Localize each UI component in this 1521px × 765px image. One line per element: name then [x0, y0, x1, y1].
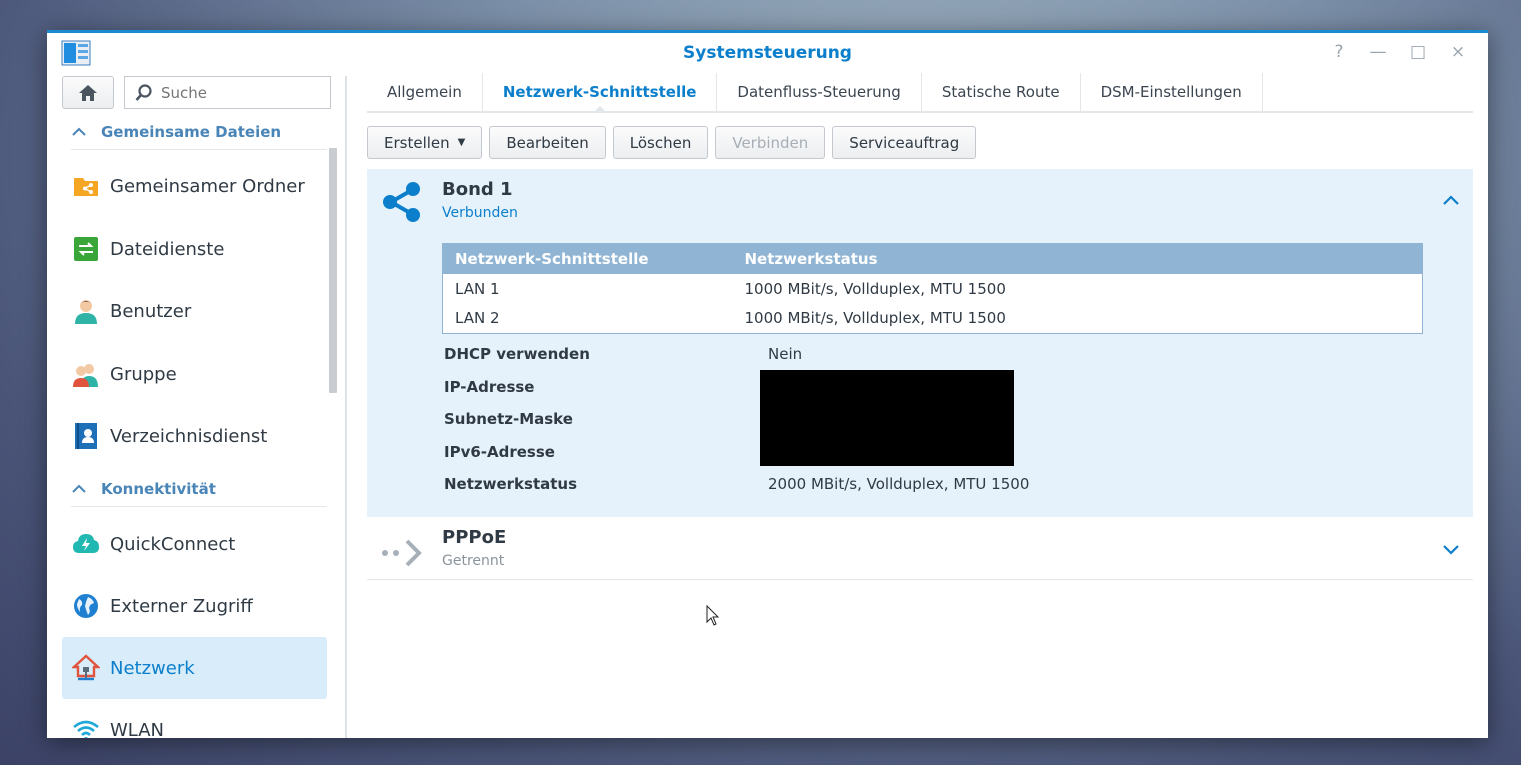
member-interfaces-table: Netzwerk-Schnittstelle Netzwerkstatus LA…	[442, 243, 1423, 334]
service-request-button[interactable]: Serviceauftrag	[832, 126, 977, 159]
sidebar-item-directory-service[interactable]: Verzeichnisdienst	[62, 405, 327, 467]
chevron-up-icon[interactable]	[1441, 191, 1461, 211]
group-icon	[72, 360, 100, 388]
sidebar-item-user[interactable]: Benutzer	[62, 280, 327, 342]
table-cell: 1000 MBit/s, Vollduplex, MTU 1500	[744, 309, 1006, 328]
property-value: Nein	[768, 345, 803, 363]
sidebar-item-group[interactable]: Gruppe	[62, 343, 327, 405]
chevron-up-icon	[72, 484, 86, 493]
directory-service-icon	[72, 422, 100, 450]
sidebar-item-network[interactable]: Netzwerk	[62, 637, 327, 699]
home-icon	[79, 84, 97, 101]
chevron-up-icon	[72, 127, 86, 136]
tab-bar: Allgemein Netzwerk-Schnittstelle Datenfl…	[367, 73, 1473, 113]
sidebar-item-label: Verzeichnisdienst	[110, 425, 268, 447]
maximize-icon[interactable]: □	[1407, 41, 1429, 63]
create-button-label: Erstellen	[384, 133, 450, 152]
interface-panel-pppoe[interactable]: PPPoE Getrennt	[367, 517, 1473, 580]
sidebar-item-quickconnect[interactable]: QuickConnect	[62, 513, 327, 575]
globe-icon	[72, 592, 100, 620]
table-header-row: Netzwerk-Schnittstelle Netzwerkstatus	[442, 243, 1423, 274]
tab-network-interface[interactable]: Netzwerk-Schnittstelle	[483, 73, 718, 111]
tab-dsm-settings[interactable]: DSM-Einstellungen	[1081, 73, 1263, 111]
sidebar-divider[interactable]	[345, 76, 347, 738]
dropdown-caret-icon: ▼	[457, 137, 466, 148]
interface-status: Getrennt	[442, 553, 505, 569]
control-panel-window: Systemsteuerung ? — □ × Gemeinsame Datei…	[47, 30, 1488, 738]
sidebar: Gemeinsame Dateien Gemeinsamer Ordner Da…	[47, 73, 345, 738]
quickconnect-icon	[72, 530, 100, 558]
main-content: Allgemein Netzwerk-Schnittstelle Datenfl…	[367, 73, 1473, 738]
table-cell: 1000 MBit/s, Vollduplex, MTU 1500	[744, 279, 1006, 298]
sidebar-item-label: Netzwerk	[110, 657, 195, 679]
user-icon	[72, 297, 100, 325]
section-title: Gemeinsame Dateien	[101, 122, 282, 141]
section-header-connectivity[interactable]: Konnektivität	[71, 471, 327, 507]
file-services-icon	[72, 235, 100, 263]
property-label: IPv6-Adresse	[444, 442, 555, 461]
property-label: IP-Adresse	[444, 377, 535, 396]
sidebar-item-label: QuickConnect	[110, 533, 236, 555]
table-cell: LAN 1	[455, 279, 500, 298]
tab-static-route[interactable]: Statische Route	[922, 73, 1081, 111]
table-row[interactable]: LAN 2 1000 MBit/s, Vollduplex, MTU 1500	[443, 304, 1423, 334]
table-row[interactable]: LAN 1 1000 MBit/s, Vollduplex, MTU 1500	[443, 274, 1423, 304]
window-title: Systemsteuerung	[683, 43, 852, 63]
sidebar-item-label: Dateidienste	[110, 238, 225, 260]
tab-traffic-control[interactable]: Datenfluss-Steuerung	[717, 73, 922, 111]
property-label: Netzwerkstatus	[444, 475, 578, 493]
property-label: DHCP verwenden	[444, 345, 590, 363]
interface-panel-bond1[interactable]: Bond 1 Verbunden Netzwerk-Schnittstelle …	[367, 169, 1473, 517]
sidebar-item-external-access[interactable]: Externer Zugriff	[62, 575, 327, 637]
search-icon	[135, 83, 152, 101]
sidebar-item-wlan[interactable]: WLAN	[62, 699, 327, 738]
delete-button[interactable]: Löschen	[612, 126, 709, 159]
sidebar-item-label: WLAN	[110, 719, 165, 739]
table-cell: LAN 2	[455, 309, 500, 328]
tab-general[interactable]: Allgemein	[367, 73, 483, 111]
mouse-cursor-icon	[706, 604, 720, 627]
wifi-icon	[72, 716, 100, 738]
minimize-icon[interactable]: —	[1367, 41, 1389, 63]
close-icon[interactable]: ×	[1447, 41, 1469, 63]
bond-share-icon	[379, 179, 425, 225]
sidebar-item-label: Benutzer	[110, 300, 192, 322]
help-icon[interactable]: ?	[1328, 41, 1350, 63]
edit-button[interactable]: Bearbeiten	[489, 126, 606, 159]
toolbar: Erstellen ▼ Bearbeiten Löschen Verbinden…	[367, 126, 977, 159]
search-input[interactable]	[161, 83, 321, 102]
column-header: Netzwerk-Schnittstelle	[442, 243, 733, 274]
disconnected-arrow-icon	[379, 527, 425, 573]
interface-name: PPPoE	[442, 527, 507, 548]
property-label: Subnetz-Maske	[444, 410, 573, 428]
sidebar-scrollbar[interactable]	[329, 148, 337, 393]
connect-button[interactable]: Verbinden	[715, 126, 826, 159]
sidebar-item-label: Gruppe	[110, 363, 177, 385]
interface-name: Bond 1	[442, 179, 513, 200]
section-header-shared-files[interactable]: Gemeinsame Dateien	[71, 114, 327, 150]
property-value: 2000 MBit/s, Vollduplex, MTU 1500	[768, 475, 1030, 493]
network-house-icon	[72, 654, 100, 682]
chevron-down-icon[interactable]	[1441, 539, 1461, 559]
interface-status: Verbunden	[442, 205, 518, 221]
property-row-network-status: Netzwerkstatus 2000 MBit/s, Vollduplex, …	[444, 475, 1144, 508]
sidebar-item-label: Gemeinsamer Ordner	[110, 175, 305, 197]
search-box[interactable]	[124, 76, 331, 109]
sidebar-item-shared-folder[interactable]: Gemeinsamer Ordner	[62, 155, 327, 217]
create-button[interactable]: Erstellen ▼	[367, 126, 483, 159]
section-title: Konnektivität	[101, 479, 216, 498]
shared-folder-icon	[72, 172, 100, 200]
sidebar-item-file-services[interactable]: Dateidienste	[62, 218, 327, 280]
sidebar-item-label: Externer Zugriff	[110, 595, 253, 617]
title-bar[interactable]: Systemsteuerung ? — □ ×	[47, 33, 1488, 73]
column-header: Netzwerkstatus	[732, 243, 1423, 274]
redacted-block	[760, 370, 1014, 466]
home-button[interactable]	[62, 76, 114, 109]
